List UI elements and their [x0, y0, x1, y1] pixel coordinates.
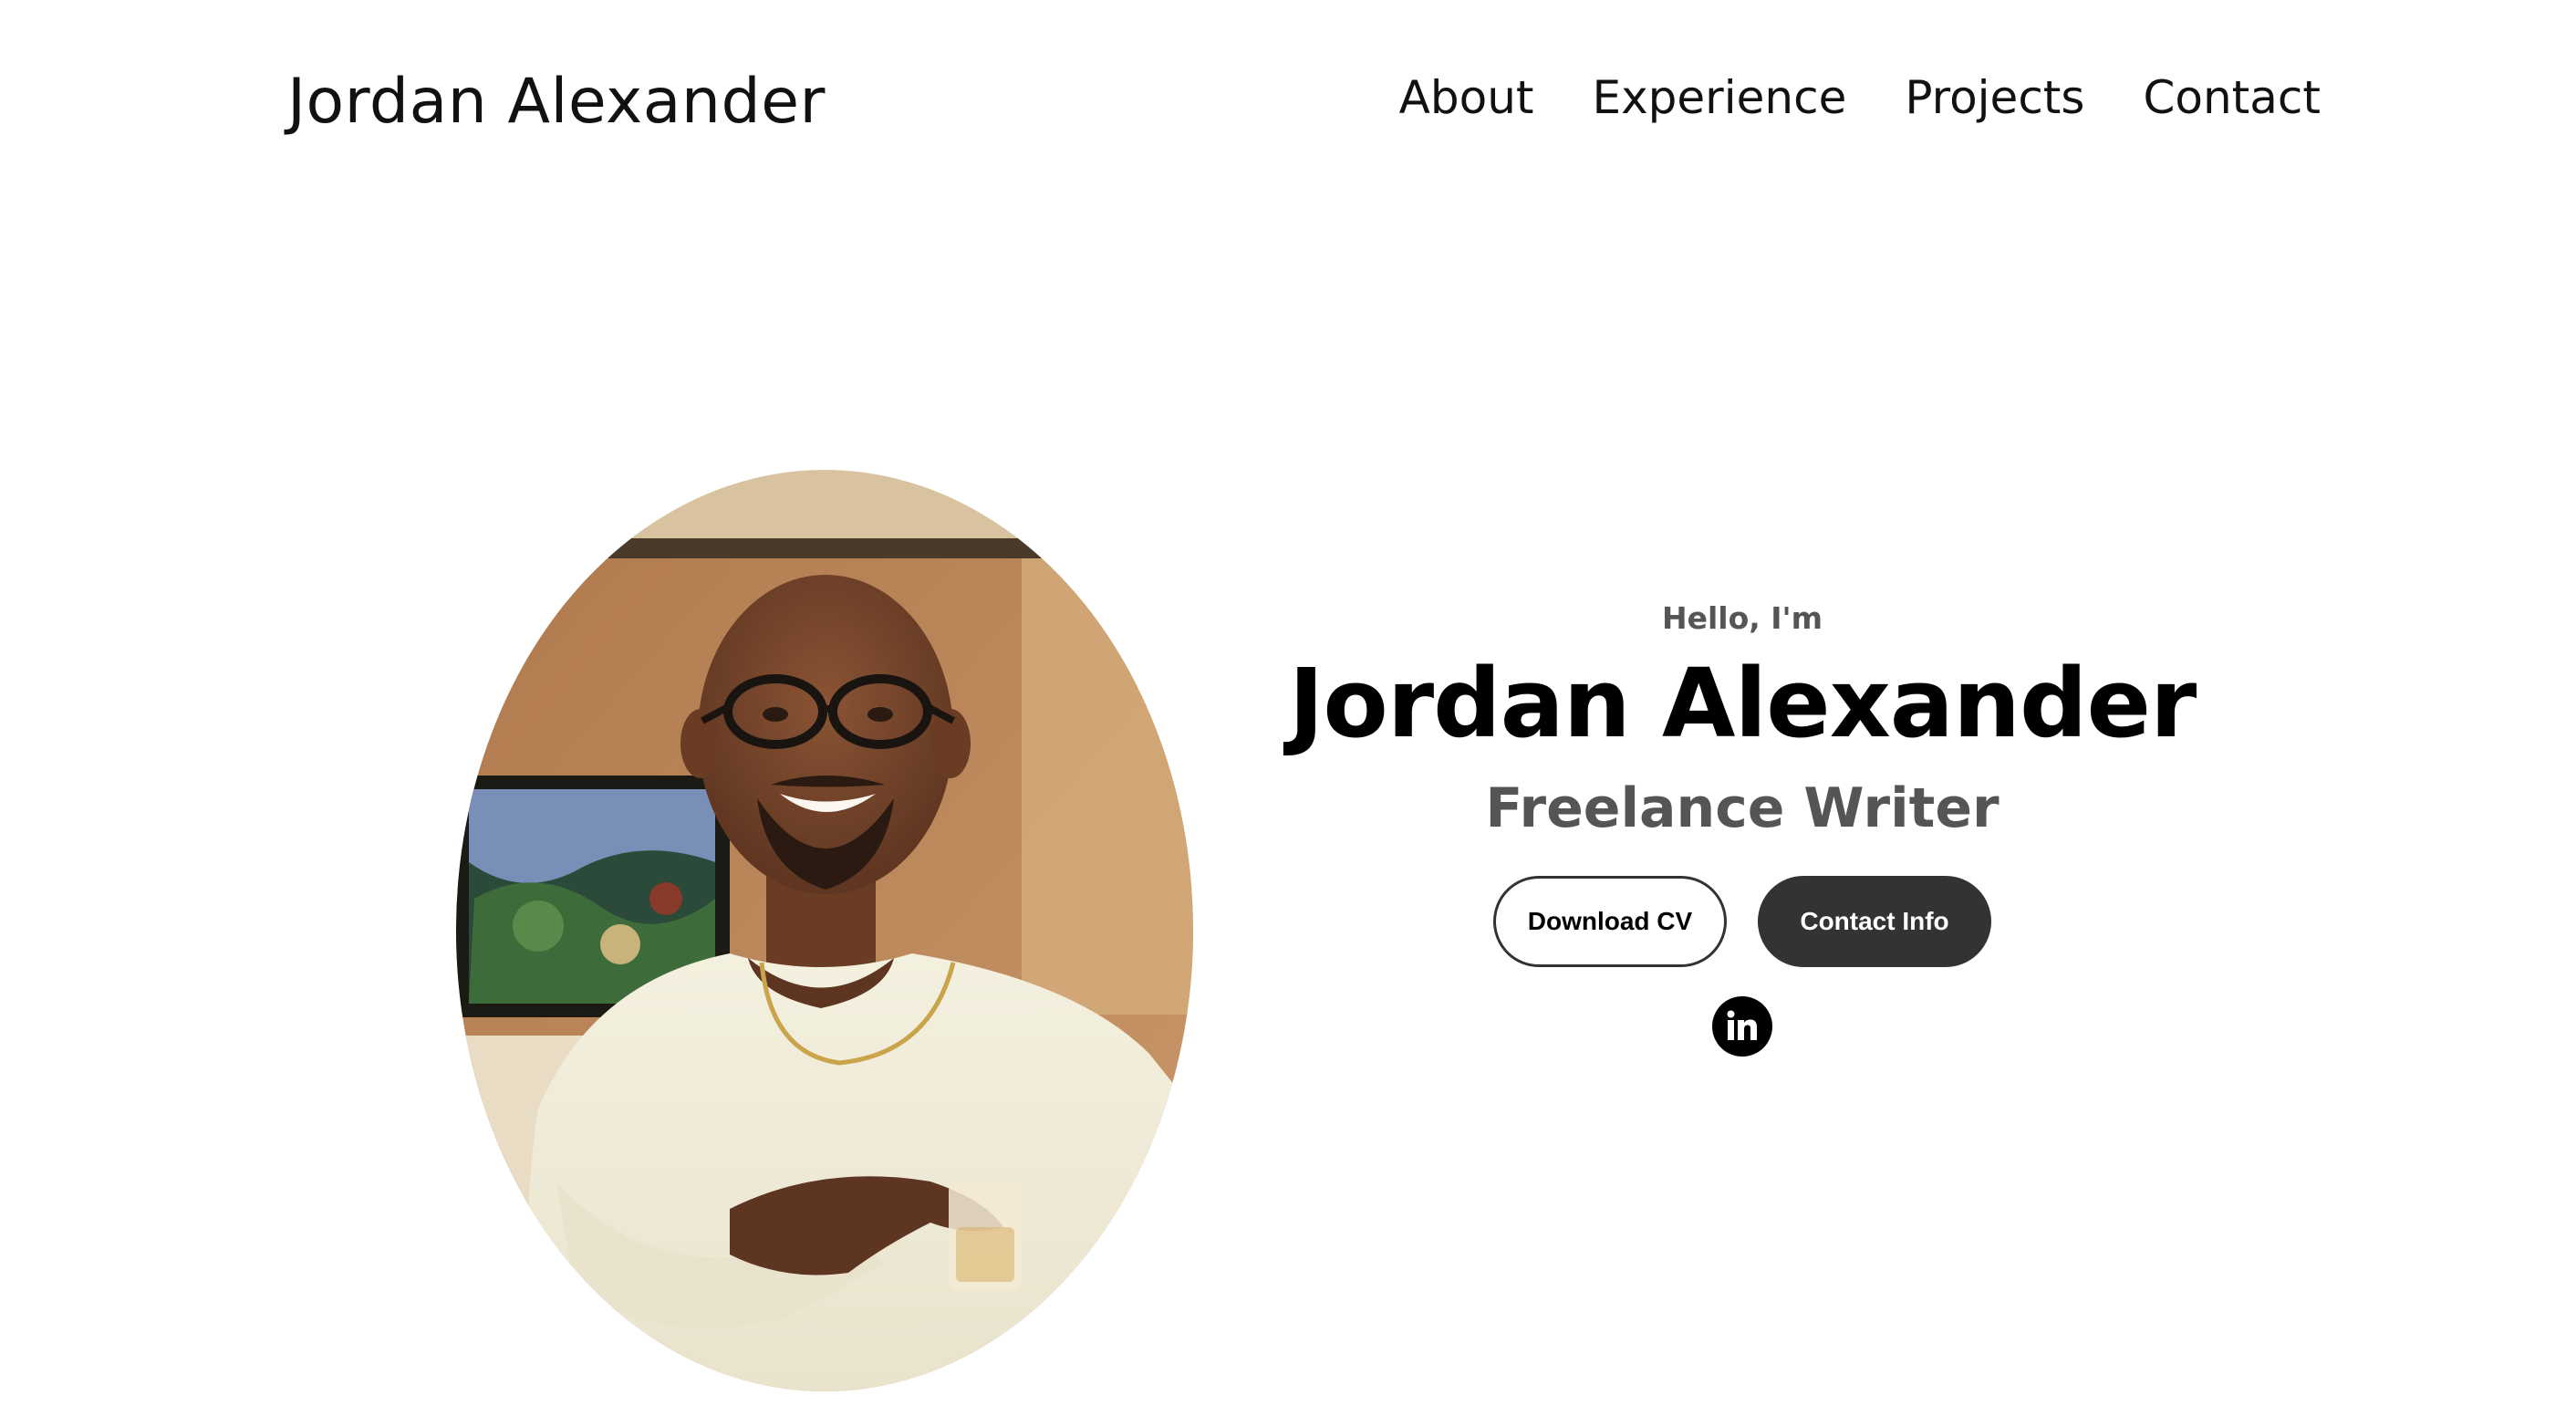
hero-text: Hello, I'm Jordan Alexander Freelance Wr… — [1277, 593, 2207, 1057]
nav-item-experience: Experience — [1593, 71, 1847, 124]
contact-info-button[interactable]: Contact Info — [1758, 876, 1991, 967]
social-links — [1277, 996, 2207, 1057]
nav-link-projects[interactable]: Projects — [1905, 71, 2084, 124]
download-cv-button[interactable]: Download CV — [1493, 876, 1727, 967]
hero-greeting: Hello, I'm — [1661, 600, 1823, 636]
nav-link-experience[interactable]: Experience — [1593, 71, 1847, 124]
hero-buttons: Download CV Contact Info — [1277, 876, 2207, 967]
nav-item-about: About — [1399, 71, 1534, 124]
nav-item-projects: Projects — [1905, 71, 2084, 124]
nav-list: About Experience Projects Contact — [1399, 71, 2321, 124]
hero-name: Jordan Alexander — [1288, 648, 2197, 759]
linkedin-icon[interactable] — [1712, 996, 1772, 1057]
nav-item-contact: Contact — [2143, 71, 2321, 124]
nav-link-contact[interactable]: Contact — [2143, 71, 2321, 124]
profile-photo — [456, 470, 1193, 1391]
nav-link-about[interactable]: About — [1399, 71, 1534, 124]
site-header: Jordan Alexander About Experience Projec… — [0, 0, 2576, 210]
hero-title: Freelance Writer — [1485, 776, 2000, 840]
site-logo[interactable]: Jordan Alexander — [287, 66, 826, 138]
